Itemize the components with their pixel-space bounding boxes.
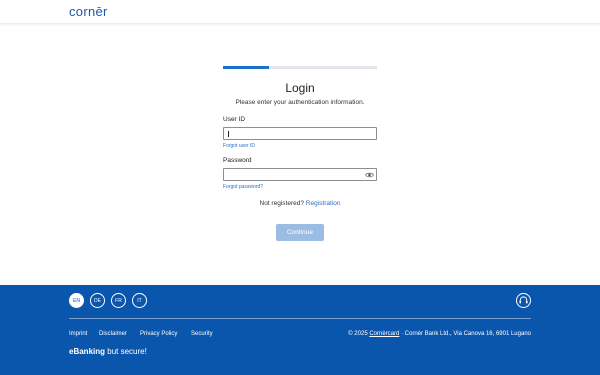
support-button[interactable] (516, 293, 531, 308)
continue-button[interactable]: Continue (276, 224, 324, 241)
registration-link[interactable]: Registration (306, 200, 341, 207)
privacy-policy-link[interactable]: Privacy Policy (140, 331, 177, 337)
page-subtitle: Please enter your authentication informa… (235, 99, 365, 106)
not-registered-line: Not registered? Registration (200, 200, 400, 207)
footer-divider (69, 318, 531, 319)
imprint-link[interactable]: Imprint (69, 331, 87, 337)
user-id-field[interactable] (223, 127, 377, 145)
tagline-bold: eBanking (69, 347, 106, 356)
copyright-text: © 2025 Cornèrcard · Cornèr Bank Ltd., Vi… (300, 331, 531, 337)
disclaimer-link[interactable]: Disclaimer (99, 331, 127, 337)
user-id-label: User ID (223, 116, 246, 123)
forgot-user-id-link[interactable]: Forgot user ID (223, 143, 255, 149)
copyright-prefix: © 2025 (348, 331, 368, 337)
tagline: eBanking but secure! (69, 347, 147, 356)
login-progress-fill (223, 66, 270, 69)
security-link[interactable]: Security (191, 331, 213, 337)
language-it-button[interactable]: IT (132, 293, 147, 308)
footer: EN DE FR IT Imprint Disclaimer Privacy P… (0, 285, 600, 375)
headset-icon (519, 296, 528, 304)
logo-text: cornēr (69, 4, 108, 19)
tagline-rest: but secure! (105, 347, 147, 356)
page-title: Login (285, 81, 315, 95)
text-caret (228, 131, 229, 137)
copyright-suffix: · Cornèr Bank Ltd., Via Canova 16, 6901 … (399, 331, 531, 337)
not-registered-text: Not registered? (259, 200, 304, 207)
top-bar: cornēr (0, 0, 600, 23)
language-fr-button[interactable]: FR (111, 293, 126, 308)
language-en-button[interactable]: EN (69, 293, 84, 308)
forgot-password-link[interactable]: Forgot password? (223, 184, 263, 190)
show-password-eye-icon[interactable] (365, 171, 374, 179)
password-field[interactable] (223, 168, 377, 186)
password-label: Password (223, 157, 252, 164)
cornercard-link[interactable]: Cornèrcard (369, 331, 399, 337)
language-de-button[interactable]: DE (90, 293, 105, 308)
login-progress-bar (223, 66, 377, 69)
corner-logo[interactable]: cornēr (69, 4, 108, 19)
